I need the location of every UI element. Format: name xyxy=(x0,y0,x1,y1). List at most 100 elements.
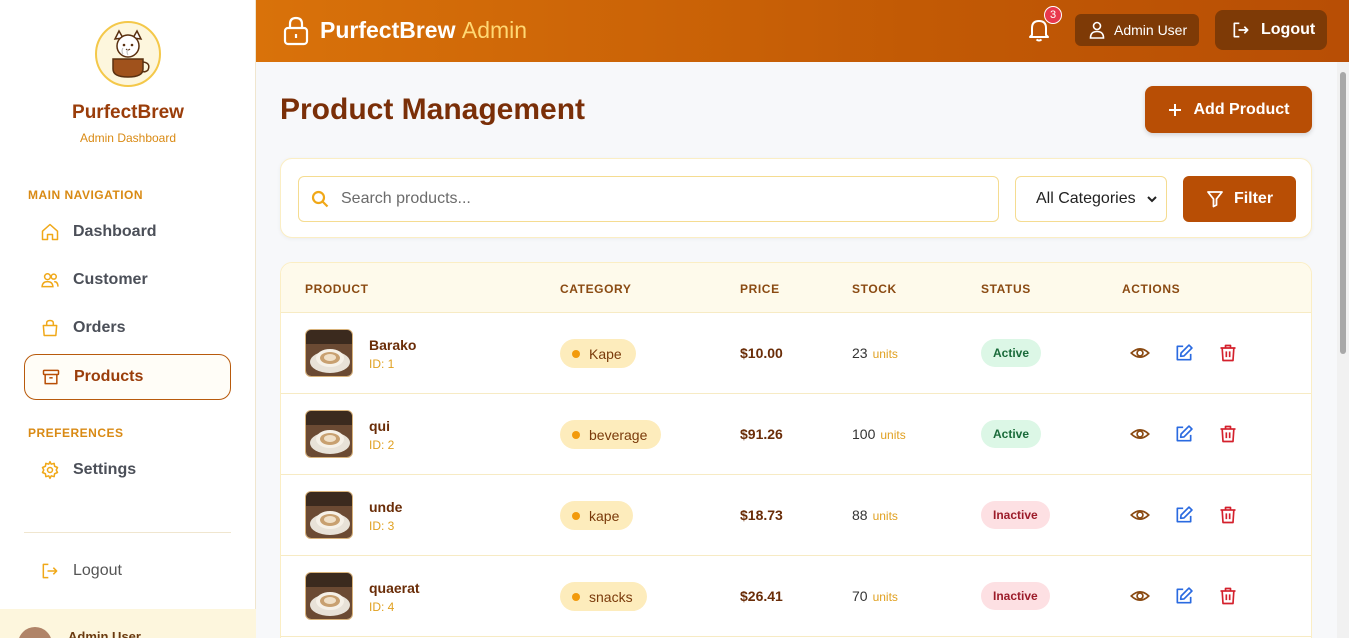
product-price: $18.73 xyxy=(740,507,783,523)
product-thumbnail xyxy=(305,410,353,458)
edit-icon[interactable] xyxy=(1174,505,1194,525)
avatar xyxy=(18,627,52,638)
edit-icon[interactable] xyxy=(1174,343,1194,363)
cat-coffee-logo-icon xyxy=(112,29,150,78)
coffee-cup-image xyxy=(306,492,352,538)
sidebar-item-dashboard[interactable]: Dashboard xyxy=(24,209,231,255)
product-stock: 100 units xyxy=(852,426,906,442)
top-bar: PurfectBrew Admin 3 Admin User Logout xyxy=(256,0,1349,62)
logout-label: Logout xyxy=(1261,21,1316,38)
stock-unit: units xyxy=(880,428,906,442)
product-thumbnail xyxy=(305,329,353,377)
product-price: $91.26 xyxy=(740,426,783,442)
sidebar: PurfectBrew Admin Dashboard MAIN NAVIGAT… xyxy=(0,0,256,638)
sidebar-item-settings[interactable]: Settings xyxy=(24,447,231,493)
trash-icon[interactable] xyxy=(1218,505,1238,525)
filter-label: Filter xyxy=(1233,190,1274,207)
table-row: quaerat ID: 4 snacks $26.41 70 units Inac… xyxy=(281,556,1311,637)
stock-count: 70 xyxy=(852,588,868,604)
category-select[interactable]: All Categories xyxy=(1015,176,1167,222)
search-input[interactable] xyxy=(341,190,961,208)
sidebar-item-label: Orders xyxy=(73,319,126,336)
trash-icon[interactable] xyxy=(1218,343,1238,363)
main-navigation-label: MAIN NAVIGATION xyxy=(28,188,144,202)
user-icon xyxy=(1089,21,1105,39)
sidebar-user-profile[interactable]: Admin User xyxy=(0,609,256,638)
category-label: kape xyxy=(589,507,620,524)
sidebar-item-label: Dashboard xyxy=(73,223,157,240)
category-label: beverage xyxy=(589,426,648,443)
product-name: unde xyxy=(369,499,403,515)
filter-button[interactable]: Filter xyxy=(1183,176,1296,222)
product-id: ID: 1 xyxy=(369,357,395,371)
sidebar-item-products[interactable]: Products xyxy=(24,354,231,400)
sidebar-item-logout[interactable]: Logout xyxy=(24,548,231,594)
sidebar-divider xyxy=(24,532,231,533)
page-title: Product Management xyxy=(280,93,586,126)
add-product-button[interactable]: Add Product xyxy=(1145,86,1312,133)
sidebar-item-customer[interactable]: Customer xyxy=(24,257,231,303)
status-badge: Inactive xyxy=(981,501,1050,529)
scrollbar-thumb[interactable] xyxy=(1340,72,1346,354)
app-title-suffix: Admin xyxy=(461,17,528,43)
trash-icon[interactable] xyxy=(1218,586,1238,606)
category-dot-icon xyxy=(572,349,580,358)
coffee-cup-image xyxy=(306,573,352,619)
user-menu-label: Admin User xyxy=(1114,22,1188,38)
view-icon[interactable] xyxy=(1130,505,1150,525)
edit-icon[interactable] xyxy=(1174,424,1194,444)
category-badge: snacks xyxy=(560,582,647,611)
page-scrollbar[interactable] xyxy=(1337,62,1349,638)
view-icon[interactable] xyxy=(1130,343,1150,363)
stock-count: 23 xyxy=(852,345,868,361)
sidebar-user-name: Admin User xyxy=(68,629,141,638)
column-header-price: PRICE xyxy=(740,282,780,296)
app-title-brand: PurfectBrew xyxy=(320,17,456,43)
category-dot-icon xyxy=(572,430,580,439)
sidebar-item-label: Logout xyxy=(73,562,122,579)
app-title: PurfectBrew Admin xyxy=(320,17,527,44)
category-badge: beverage xyxy=(560,420,662,449)
product-stock: 88 units xyxy=(852,507,898,523)
product-thumbnail xyxy=(305,491,353,539)
product-thumbnail xyxy=(305,572,353,620)
plus-icon xyxy=(1168,103,1181,116)
products-table: PRODUCT CATEGORY PRICE STOCK STATUS ACTI… xyxy=(280,262,1312,638)
sidebar-item-label: Settings xyxy=(73,461,137,478)
filter-card: All Categories Filter xyxy=(280,158,1312,238)
category-label: Kape xyxy=(589,345,622,362)
gear-icon xyxy=(41,460,59,480)
sidebar-item-label: Products xyxy=(74,368,144,385)
sidebar-item-label: Customer xyxy=(73,271,148,288)
product-name: quaerat xyxy=(369,580,420,596)
lock-icon xyxy=(283,16,309,46)
trash-icon[interactable] xyxy=(1218,424,1238,444)
product-name: Barako xyxy=(369,337,417,353)
status-badge: Active xyxy=(981,420,1042,448)
column-header-product: PRODUCT xyxy=(305,282,369,296)
home-icon xyxy=(41,223,59,241)
coffee-cup-image xyxy=(306,411,352,457)
table-row: unde ID: 3 kape $18.73 88 units Inactive xyxy=(281,475,1311,556)
view-icon[interactable] xyxy=(1130,424,1150,444)
users-icon xyxy=(41,273,59,288)
product-stock: 23 units xyxy=(852,345,898,361)
category-select-value: All Categories xyxy=(1036,190,1136,207)
archive-box-icon xyxy=(42,369,60,385)
brand-subtitle: Admin Dashboard xyxy=(79,131,177,145)
logout-button[interactable]: Logout xyxy=(1215,10,1327,50)
column-header-actions: ACTIONS xyxy=(1122,282,1181,296)
column-header-category: CATEGORY xyxy=(560,282,632,296)
brand-name: PurfectBrew xyxy=(72,102,184,123)
status-badge: Active xyxy=(981,339,1042,367)
product-id: ID: 3 xyxy=(369,519,395,533)
sidebar-item-orders[interactable]: Orders xyxy=(24,305,231,351)
user-menu-button[interactable]: Admin User xyxy=(1075,14,1199,46)
edit-icon[interactable] xyxy=(1174,586,1194,606)
search-icon xyxy=(311,190,329,208)
preferences-label: PREFERENCES xyxy=(28,426,124,440)
coffee-cup-image xyxy=(306,330,352,376)
column-header-stock: STOCK xyxy=(852,282,897,296)
search-box[interactable] xyxy=(298,176,999,222)
view-icon[interactable] xyxy=(1130,586,1150,606)
